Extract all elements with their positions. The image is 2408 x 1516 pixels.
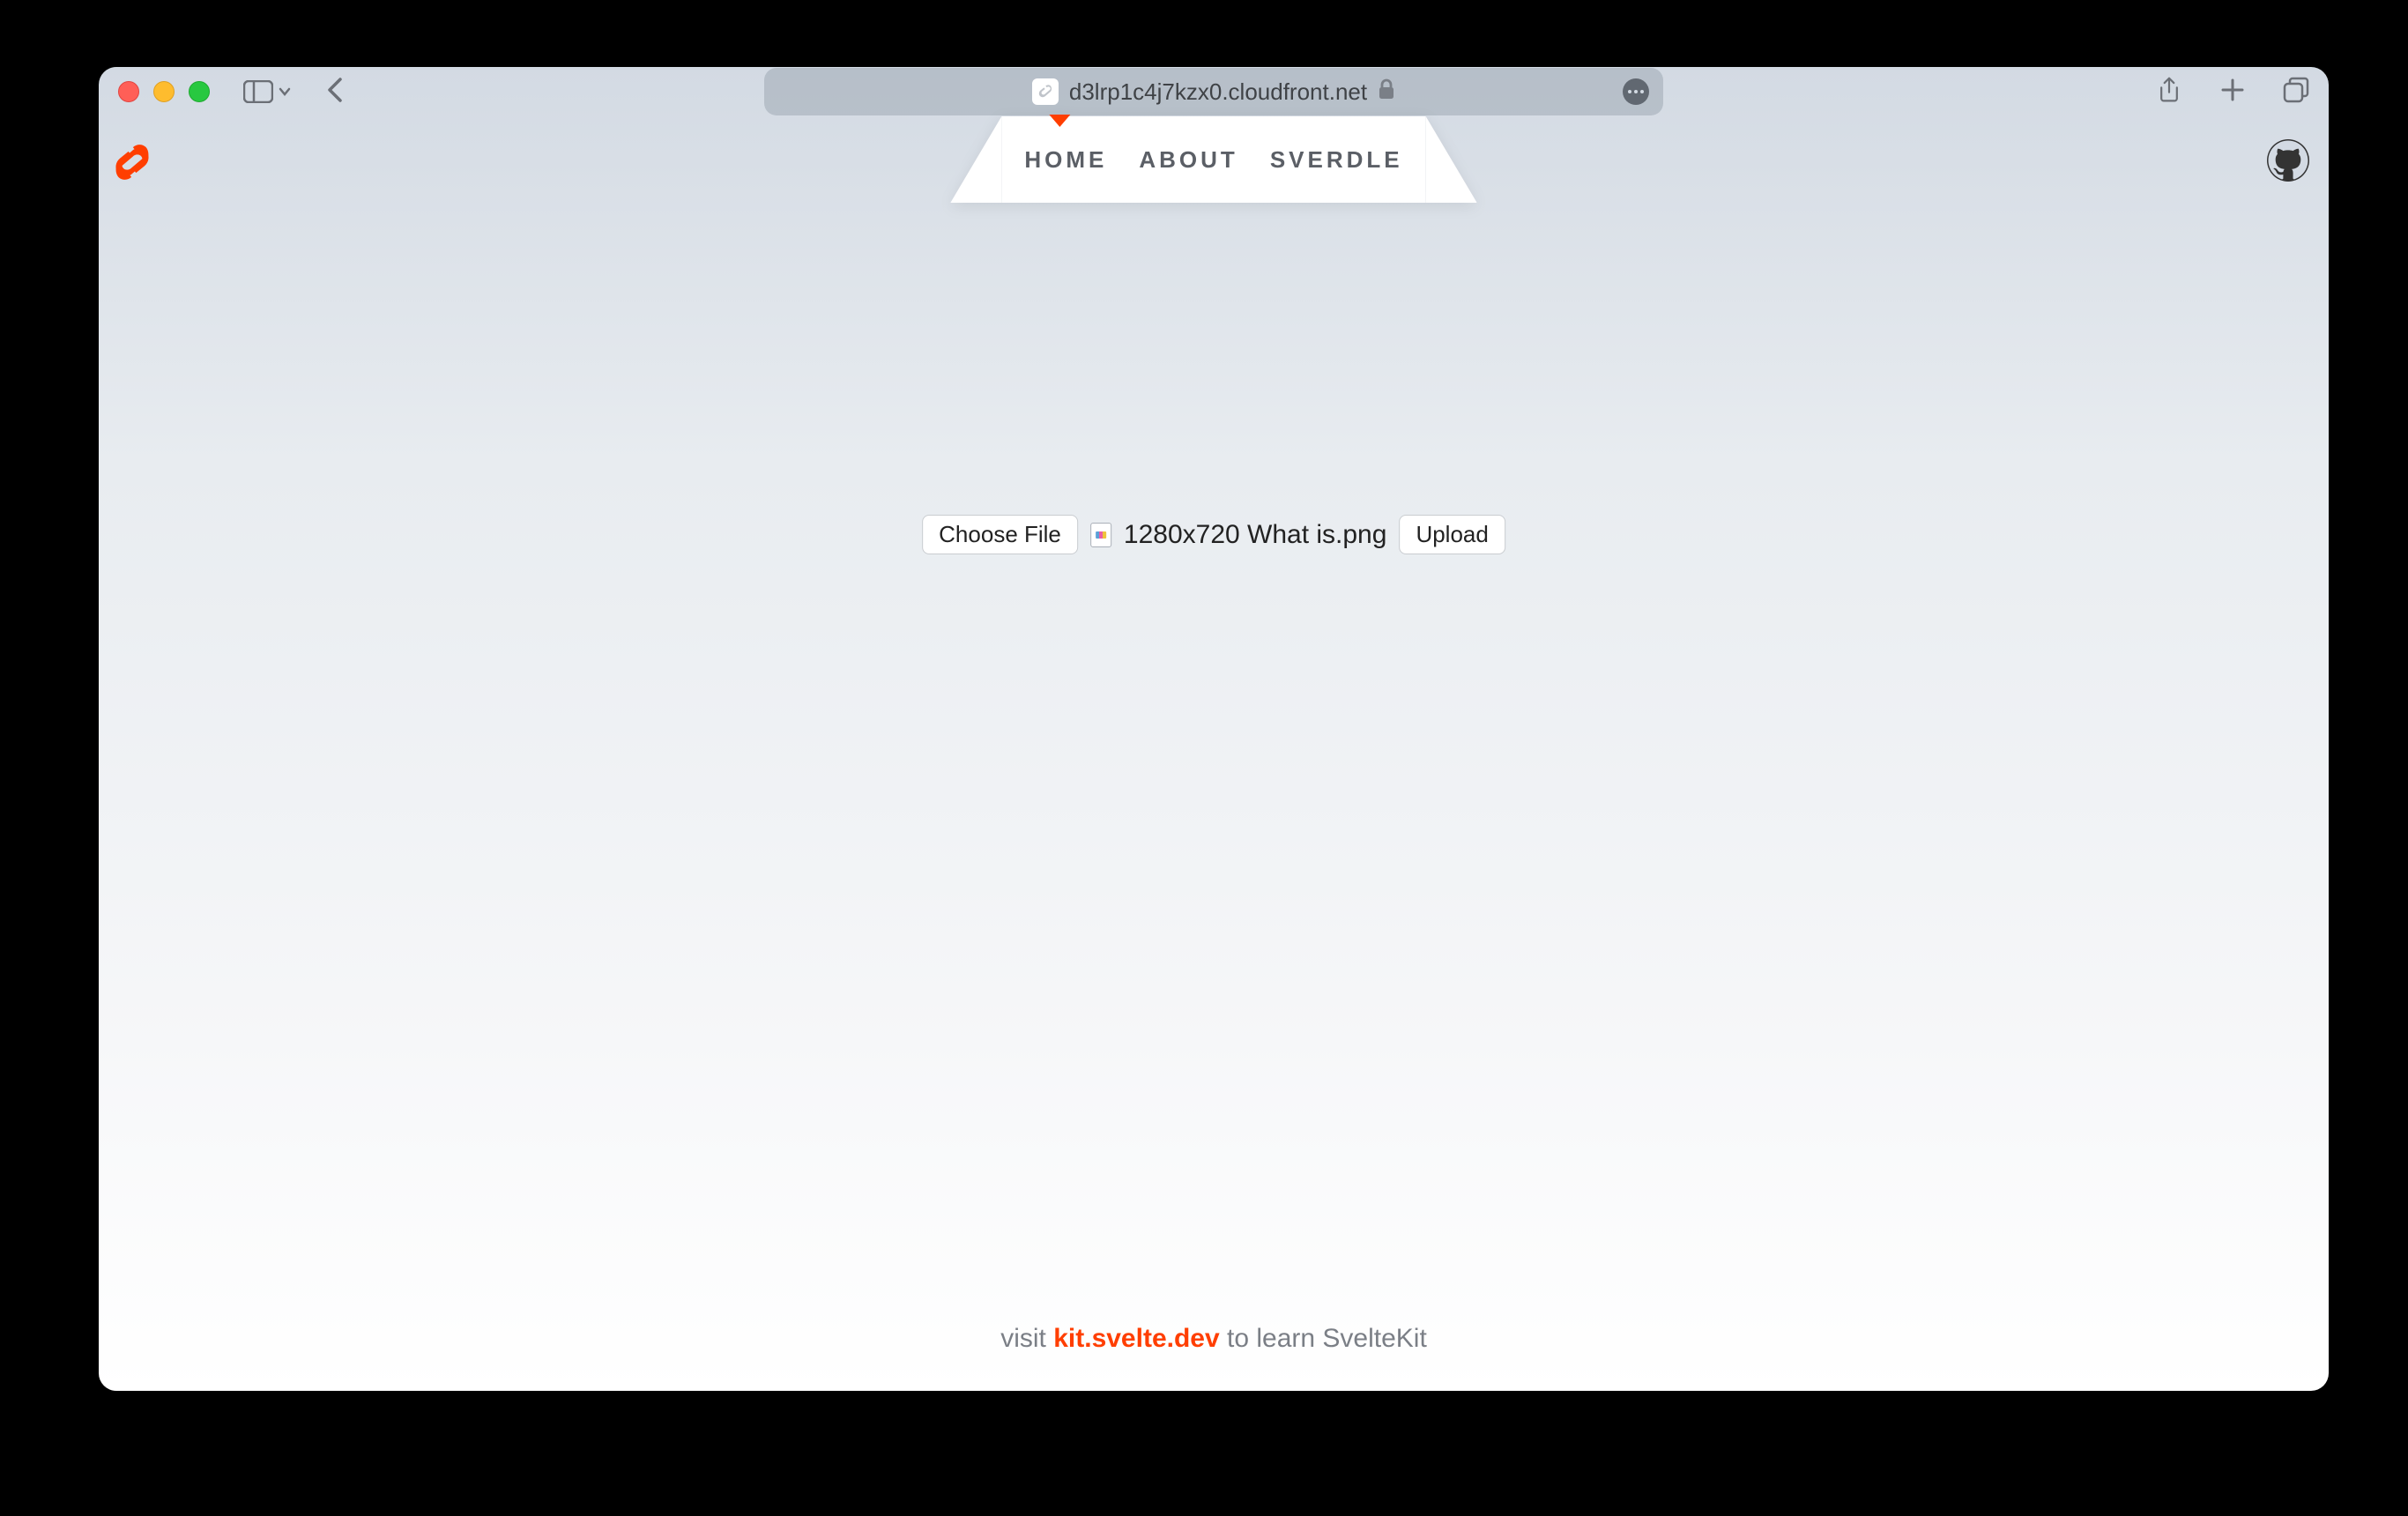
github-link[interactable] <box>2267 139 2309 182</box>
choose-file-button[interactable]: Choose File <box>922 515 1078 554</box>
upload-form: Choose File 1280x720 What is.png Upload <box>922 515 1505 554</box>
svelte-logo[interactable] <box>113 139 152 185</box>
nav-link-home[interactable]: HOME <box>1022 146 1109 174</box>
file-type-icon <box>1090 523 1111 547</box>
browser-right-controls <box>2156 77 2309 108</box>
nav-wing-left <box>950 116 1001 203</box>
minimize-window-button[interactable] <box>153 81 175 102</box>
traffic-lights <box>118 81 210 102</box>
nav-link-sverdle[interactable]: SVERDLE <box>1268 146 1405 174</box>
browser-window: d3lrp1c4j7kzx0.cloudfront.net <box>99 67 2329 1391</box>
upload-button[interactable]: Upload <box>1399 515 1505 554</box>
selected-filename: 1280x720 What is.png <box>1124 520 1387 550</box>
address-bar-url: d3lrp1c4j7kzx0.cloudfront.net <box>1069 78 1367 106</box>
tabs-overview-button[interactable] <box>2283 77 2309 108</box>
new-tab-button[interactable] <box>2219 77 2246 108</box>
chevron-left-icon <box>326 77 346 103</box>
svelte-icon <box>1037 83 1054 100</box>
footer: visit kit.svelte.dev to learn SvelteKit <box>99 1324 2329 1354</box>
nav-active-indicator <box>1049 115 1070 127</box>
nav-wing-right <box>1426 116 1477 203</box>
browser-toolbar: d3lrp1c4j7kzx0.cloudfront.net <box>99 67 2329 116</box>
chevron-down-icon <box>279 85 291 98</box>
nav-link-about[interactable]: ABOUT <box>1137 146 1239 174</box>
address-bar-more-button[interactable] <box>1623 78 1649 105</box>
back-button[interactable] <box>326 77 346 108</box>
tabs-icon <box>2283 77 2309 103</box>
maximize-window-button[interactable] <box>189 81 210 102</box>
file-input-group[interactable]: Choose File 1280x720 What is.png <box>922 515 1386 554</box>
ellipsis-icon <box>1628 90 1644 93</box>
close-window-button[interactable] <box>118 81 139 102</box>
footer-suffix: to learn SvelteKit <box>1220 1324 1427 1353</box>
address-bar[interactable]: d3lrp1c4j7kzx0.cloudfront.net <box>764 68 1663 115</box>
footer-link[interactable]: kit.svelte.dev <box>1053 1324 1219 1353</box>
page-content: HOME ABOUT SVERDLE Choose File 1280x720 … <box>99 116 2329 1391</box>
site-favicon <box>1032 78 1059 105</box>
nav-body: HOME ABOUT SVERDLE <box>1001 116 1425 203</box>
main-nav: HOME ABOUT SVERDLE <box>950 116 1476 203</box>
footer-prefix: visit <box>1000 1324 1053 1353</box>
plus-icon <box>2219 77 2246 103</box>
sidebar-toggle-button[interactable] <box>243 80 291 103</box>
lock-icon <box>1378 78 1395 106</box>
share-icon <box>2156 77 2182 103</box>
sidebar-icon <box>243 80 273 103</box>
share-button[interactable] <box>2156 77 2182 108</box>
